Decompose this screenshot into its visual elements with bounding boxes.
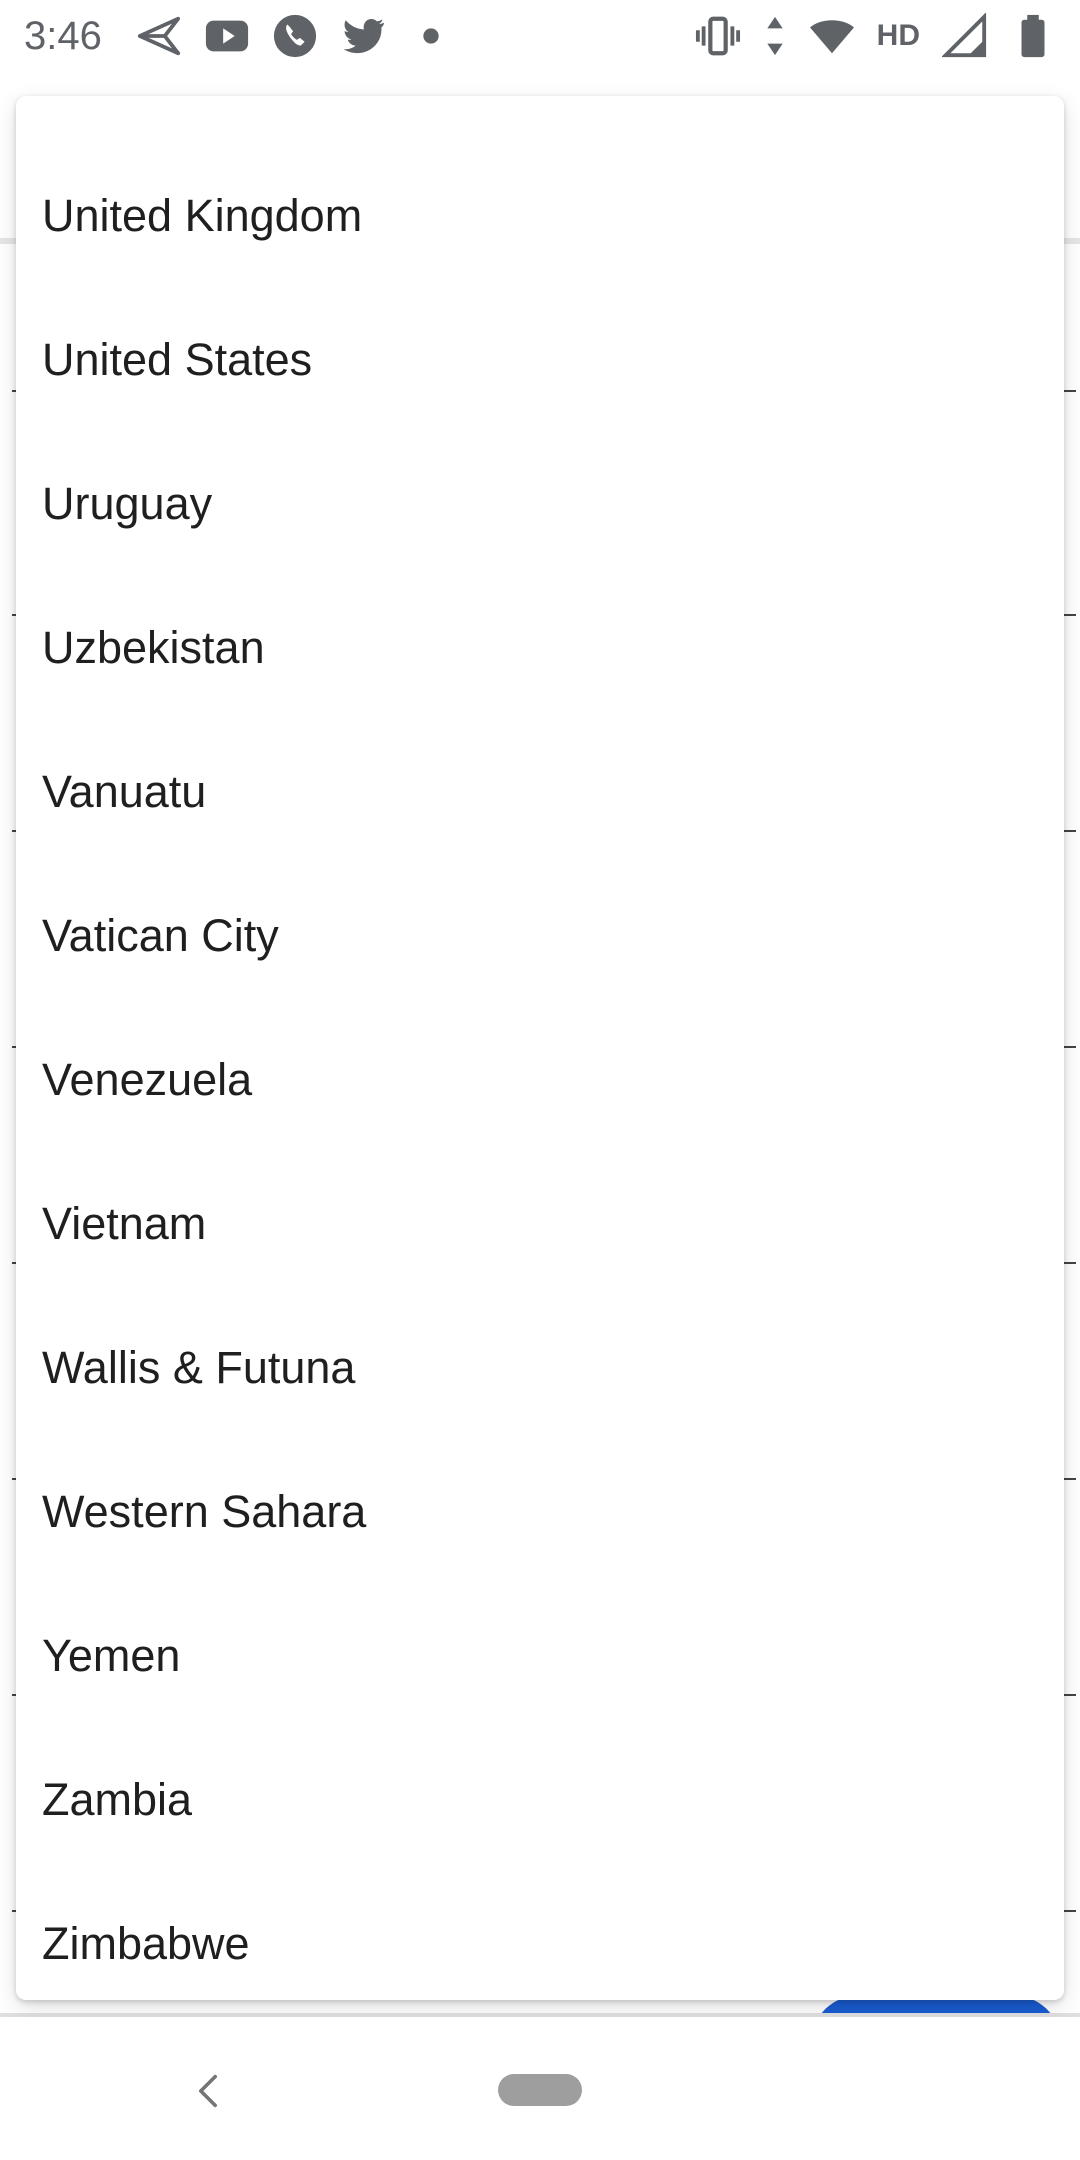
country-option[interactable]: United Kingdom	[16, 144, 1064, 288]
country-option[interactable]: Vanuatu	[16, 720, 1064, 864]
back-icon[interactable]	[188, 2061, 228, 2121]
country-option[interactable]: Uzbekistan	[16, 576, 1064, 720]
country-dropdown[interactable]: United Kingdom United States Uruguay Uzb…	[16, 96, 1064, 2000]
status-bar: 3:46 HD	[0, 0, 1080, 72]
country-option[interactable]: United States	[16, 288, 1064, 432]
battery-icon	[1010, 13, 1056, 59]
country-option[interactable]: Western Sahara	[16, 1440, 1064, 1584]
country-option[interactable]: Vietnam	[16, 1152, 1064, 1296]
signal-icon	[942, 13, 988, 59]
data-arrows-icon	[763, 13, 787, 59]
dot-icon	[408, 13, 454, 59]
country-option[interactable]: Zambia	[16, 1728, 1064, 1872]
navigation-bar	[0, 2017, 1080, 2160]
country-option[interactable]: Zimbabwe	[16, 1872, 1064, 2000]
status-time: 3:46	[24, 13, 102, 58]
wifi-icon	[809, 13, 855, 59]
country-option[interactable]: Vatican City	[16, 864, 1064, 1008]
hd-label: HD	[876, 19, 920, 52]
home-pill-icon[interactable]	[498, 2074, 582, 2106]
phone-icon	[272, 13, 318, 59]
vibrate-icon	[695, 13, 741, 59]
twitter-icon	[340, 13, 386, 59]
send-icon	[136, 13, 182, 59]
country-option[interactable]: Wallis & Futuna	[16, 1296, 1064, 1440]
youtube-icon	[204, 13, 250, 59]
country-list: United Kingdom United States Uruguay Uzb…	[16, 96, 1064, 2000]
country-option[interactable]: Venezuela	[16, 1008, 1064, 1152]
country-option[interactable]: Uruguay	[16, 432, 1064, 576]
status-right: HD	[695, 13, 1056, 59]
country-option[interactable]: Yemen	[16, 1584, 1064, 1728]
status-left: 3:46	[24, 13, 454, 59]
